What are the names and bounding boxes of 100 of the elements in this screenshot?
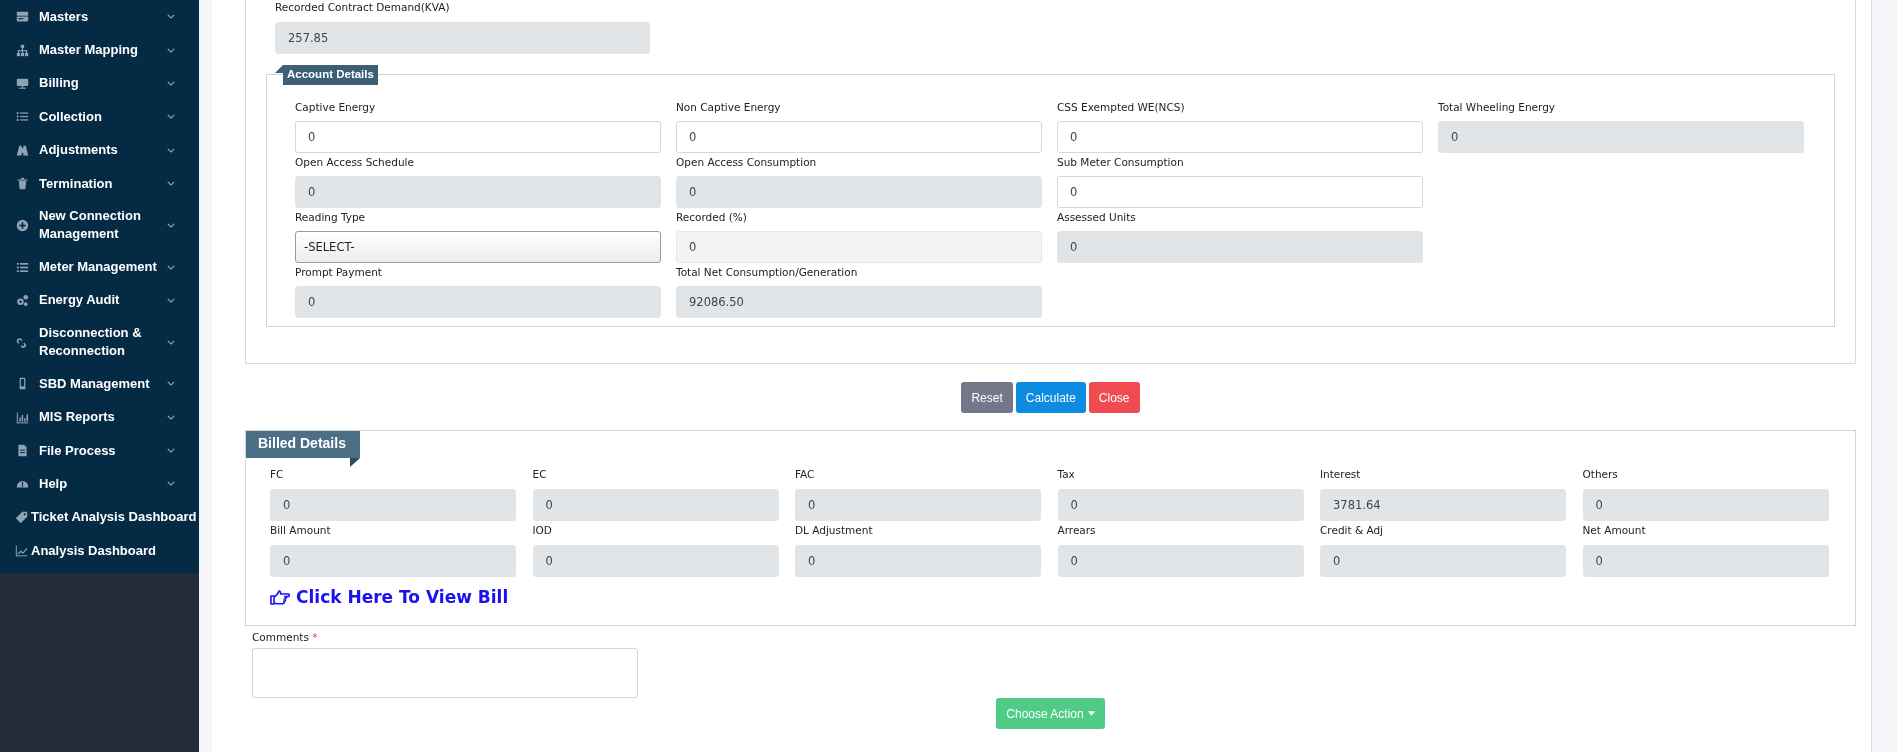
field-label: Arrears — [1057, 523, 1097, 538]
trash-icon — [16, 177, 29, 191]
input-field[interactable]: 0 — [676, 121, 1042, 153]
field-label: Bill Amount — [270, 523, 332, 538]
action-button[interactable]: Calculate — [1015, 382, 1086, 413]
field-label: Captive Energy — [295, 100, 377, 115]
input-field: 0 — [1582, 545, 1829, 577]
field-label: Assessed Units — [1057, 210, 1137, 225]
input-field: 0 — [795, 545, 1041, 577]
input-field: 0 — [795, 489, 1041, 521]
field-label: Net Amount — [1582, 523, 1647, 538]
field-label: Total Net Consumption/Generation — [676, 265, 859, 280]
gears-icon — [16, 293, 29, 307]
field-label: DL Adjustment — [795, 523, 874, 538]
sidebar-menu-item[interactable]: New Connection Management — [0, 200, 199, 251]
chevron-down-icon — [167, 414, 175, 420]
chevron-down-icon — [167, 297, 175, 303]
sidebar-menu-item[interactable]: MIS Reports — [0, 400, 199, 434]
sidebar-menu-item[interactable]: Energy Audit — [0, 283, 199, 318]
input-field: 0 — [270, 545, 516, 577]
input-field[interactable]: 0 — [295, 121, 661, 153]
line-chart-icon — [15, 544, 28, 558]
input-field: 257.85 — [275, 22, 650, 54]
chevron-down-icon — [167, 181, 175, 187]
field-label: IOD — [532, 523, 553, 538]
bar-chart-icon — [16, 410, 29, 424]
comments-textarea[interactable] — [252, 648, 638, 698]
hierarchy-icon — [16, 43, 29, 57]
pointing-hand-icon — [270, 589, 290, 605]
sidebar-menu-item[interactable]: Help — [0, 467, 199, 501]
input-field: 0 — [532, 545, 779, 577]
field-label: Open Access Schedule — [295, 155, 415, 170]
tab-fold-corner — [349, 458, 360, 467]
chevron-down-icon — [167, 147, 175, 153]
plus-circle-icon — [16, 218, 29, 232]
field-label: Reading Type — [295, 210, 367, 225]
sidebar-menu-item[interactable]: Adjustments — [0, 133, 199, 167]
input-field: 0 — [1057, 489, 1304, 521]
field-label: FC — [270, 467, 285, 482]
field-label: Total Wheeling Energy — [1438, 100, 1557, 115]
input-field: 0 — [676, 176, 1042, 208]
field-label: Interest — [1320, 467, 1362, 482]
field-label: Recorded Contract Demand(KVA) — [275, 0, 451, 15]
chevron-down-icon — [167, 114, 175, 120]
field-label: Prompt Payment — [295, 265, 383, 280]
chevron-down-icon — [167, 448, 175, 454]
field-label: Tax — [1057, 467, 1076, 482]
sidebar-menu-item[interactable]: Collection — [0, 100, 199, 134]
input-field: 0 — [676, 231, 1042, 263]
field-label: CSS Exempted WE(NCS) — [1057, 100, 1186, 115]
chevron-down-icon — [167, 47, 175, 53]
action-button[interactable]: Close — [1088, 382, 1140, 413]
list-icon — [16, 260, 29, 274]
sidebar-menu-item[interactable]: Termination — [0, 166, 199, 201]
chevron-down-icon — [167, 481, 175, 487]
field-label: Recorded (%) — [676, 210, 748, 225]
input-field: 0 — [295, 286, 661, 318]
field-label: Open Access Consumption — [676, 155, 818, 170]
caret-icon — [1087, 711, 1095, 716]
document-icon — [16, 444, 29, 458]
field-label: Others — [1582, 467, 1619, 482]
chevron-down-icon — [167, 381, 175, 387]
input-field[interactable]: 0 — [1057, 176, 1423, 208]
sidebar-menu-item[interactable]: Billing — [0, 66, 199, 101]
field-label: Sub Meter Consumption — [1057, 155, 1185, 170]
monitor-icon — [16, 76, 29, 90]
field-label: Credit & Adj — [1320, 523, 1385, 538]
chevron-down-icon — [167, 339, 175, 345]
sidebar-menu-item[interactable]: Masters — [0, 0, 199, 34]
input-field[interactable]: 0 — [1057, 121, 1423, 153]
numbered-list-icon — [16, 110, 29, 124]
card-stack-icon — [16, 10, 29, 24]
input-field: 0 — [1320, 545, 1566, 577]
input-field: 92086.50 — [676, 286, 1042, 318]
chevron-down-icon — [167, 264, 175, 270]
action-button[interactable]: Reset — [961, 382, 1013, 413]
view-bill-link[interactable]: Click Here To View Bill — [270, 587, 509, 607]
sidebar-menu-item[interactable]: Disconnection & Reconnection — [0, 317, 199, 368]
field-label: EC — [532, 467, 548, 482]
input-field: 3781.64 — [1320, 489, 1566, 521]
sidebar-menu-item[interactable]: Master Mapping — [0, 33, 199, 67]
chevron-down-icon — [167, 80, 175, 86]
input-field: 0 — [270, 489, 516, 521]
input-field: 0 — [295, 176, 661, 208]
sidebar-menu-item[interactable]: SBD Management — [0, 367, 199, 401]
input-field: 0 — [1057, 545, 1304, 577]
input-field: 0 — [532, 489, 779, 521]
sidebar-link[interactable]: Analysis Dashboard — [0, 534, 199, 568]
chevron-down-icon — [167, 222, 175, 228]
sidebar-menu-item[interactable]: Meter Management — [0, 250, 199, 284]
sidebar-menu-item[interactable]: File Process — [0, 433, 199, 468]
field-label: Non Captive Energy — [676, 100, 782, 115]
field-label: FAC — [795, 467, 816, 482]
tag-icon — [15, 510, 28, 524]
select-dropdown[interactable]: -SELECT- — [295, 231, 661, 263]
field-label: Comments * — [252, 630, 319, 645]
input-field: 0 — [1057, 231, 1423, 263]
input-field: 0 — [1582, 489, 1829, 521]
sidebar-link[interactable]: Ticket Analysis Dashboard — [0, 500, 199, 535]
chevron-down-icon — [167, 14, 175, 20]
